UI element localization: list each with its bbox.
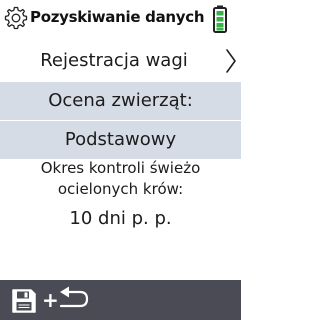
footer-toolbar: + [0, 280, 241, 320]
fresh-cow-control-line1: Okres kontroli świeżo [40, 159, 201, 177]
fresh-cow-control-label: Okres kontroli świeżo ocielonych krów: [0, 158, 241, 200]
back-arrow-icon[interactable] [58, 286, 90, 314]
evaluation-value-label: Podstawowy [64, 129, 177, 150]
chevron-right-icon[interactable] [225, 49, 237, 73]
animal-evaluation-heading: Ocena zwierząt: [0, 82, 241, 120]
page-title: Pozyskiwanie danych [30, 8, 205, 26]
header-bar: Pozyskiwanie danych [0, 0, 241, 40]
evaluation-heading-label: Ocena zwierząt: [48, 90, 193, 111]
menu-item-label: Rejestracja wagi [40, 50, 188, 71]
plus-sign: + [42, 288, 59, 312]
gear-icon[interactable] [4, 6, 28, 30]
battery-icon [213, 5, 227, 33]
menu-item-weight-registration[interactable]: Rejestracja wagi [0, 41, 241, 81]
evaluation-value-field[interactable]: Podstawowy [0, 121, 241, 159]
fresh-cow-control-value[interactable]: 10 dni p. p. [0, 208, 241, 229]
fresh-cow-control-line2: ocielonych krów: [57, 180, 184, 198]
save-icon[interactable] [10, 287, 38, 315]
